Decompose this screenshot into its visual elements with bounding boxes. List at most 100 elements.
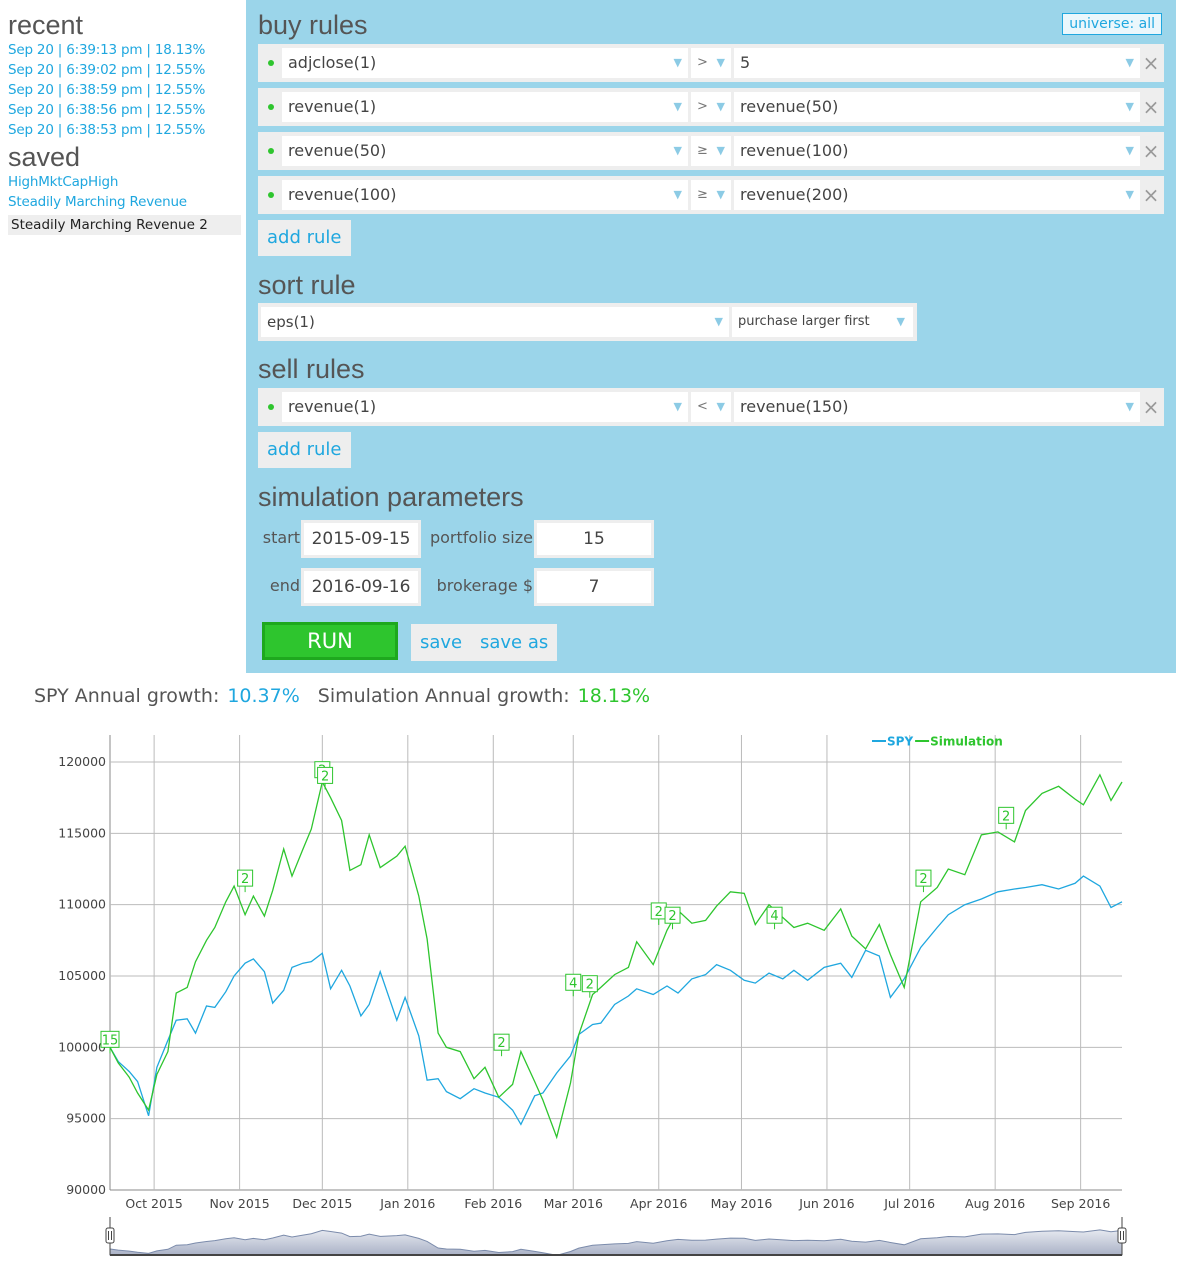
brokerage-input[interactable]: 7 bbox=[534, 568, 654, 606]
start-label: start bbox=[262, 528, 300, 547]
buy-rule-row: revenue(1) ▼ > ▼ revenue(50) ▼ × bbox=[258, 88, 1164, 126]
run-button[interactable]: RUN bbox=[262, 622, 398, 660]
series-line-simulation bbox=[109, 773, 1123, 1140]
rule-left-value: revenue(1) bbox=[288, 97, 377, 116]
rule-operator-select[interactable]: > ▼ bbox=[691, 92, 731, 122]
x-tick-label: Sep 2016 bbox=[1051, 1196, 1110, 1211]
rule-right-value: 5 bbox=[740, 53, 751, 72]
dropdown-arrow-icon: ▼ bbox=[1125, 188, 1134, 201]
x-tick-label: Apr 2016 bbox=[630, 1196, 687, 1211]
trade-marker: 2 bbox=[915, 869, 932, 893]
sidebar: recent Sep 20 | 6:39:13 pm | 18.13% Sep … bbox=[0, 0, 245, 235]
rule-left-select[interactable]: adjclose(1) ▼ bbox=[282, 48, 688, 78]
sort-order-select[interactable]: purchase larger first ▼ bbox=[732, 307, 913, 337]
trade-marker: 2 bbox=[317, 766, 334, 790]
end-date-input[interactable]: 2016-09-16 bbox=[301, 568, 421, 606]
y-axis-ticks: 90000 95000 100000 105000 110000 115000 120000 bbox=[58, 754, 106, 1197]
sort-field-select[interactable]: eps(1) ▼ bbox=[261, 307, 729, 337]
y-tick-label: 110000 bbox=[58, 897, 106, 912]
buy-rule-row: revenue(50) ▼ ≥ ▼ revenue(100) ▼ × bbox=[258, 132, 1164, 170]
rule-operator-select[interactable]: ≥ ▼ bbox=[691, 136, 731, 166]
recent-run-link[interactable]: Sep 20 | 6:38:59 pm | 12.55% bbox=[8, 80, 245, 100]
buy-rule-row: adjclose(1) ▼ > ▼ 5 ▼ × bbox=[258, 44, 1164, 82]
dropdown-arrow-icon: ▼ bbox=[716, 56, 725, 69]
add-sell-rule-button[interactable]: add rule bbox=[258, 432, 351, 468]
chart-grid bbox=[109, 735, 1122, 1191]
series-line-spy bbox=[109, 875, 1123, 1126]
rule-operator-select[interactable]: < ▼ bbox=[691, 392, 731, 422]
remove-rule-icon[interactable]: × bbox=[1142, 48, 1160, 78]
trade-marker-label: 2 bbox=[321, 769, 329, 784]
navigator-right-handle[interactable] bbox=[1117, 1227, 1127, 1244]
saved-strategy-selected[interactable]: Steadily Marching Revenue 2 bbox=[8, 215, 241, 235]
trade-marker: 2 bbox=[581, 975, 598, 998]
buy-rules-heading: buy rules bbox=[258, 10, 368, 40]
sort-rule-row: eps(1) ▼ purchase larger first ▼ bbox=[258, 303, 917, 341]
dropdown-arrow-icon: ▼ bbox=[716, 188, 725, 201]
rule-left-select[interactable]: revenue(100) ▼ bbox=[282, 180, 688, 210]
spy-growth-label: SPY Annual growth: bbox=[34, 685, 220, 707]
recent-list: Sep 20 | 6:39:13 pm | 18.13% Sep 20 | 6:… bbox=[0, 40, 245, 140]
save-button[interactable]: save bbox=[411, 624, 472, 661]
recent-run-link[interactable]: Sep 20 | 6:39:02 pm | 12.55% bbox=[8, 60, 245, 80]
saved-strategy-link[interactable]: Steadily Marching Revenue bbox=[8, 192, 245, 212]
saved-strategy-link[interactable]: HighMktCapHigh bbox=[8, 172, 245, 192]
trade-marker-label: 2 bbox=[586, 978, 594, 993]
x-tick-label: May 2016 bbox=[711, 1196, 773, 1211]
y-tick-label: 105000 bbox=[58, 968, 106, 983]
rule-left-select[interactable]: revenue(50) ▼ bbox=[282, 136, 688, 166]
start-date-input[interactable]: 2015-09-15 bbox=[301, 520, 421, 558]
recent-run-link[interactable]: Sep 20 | 6:38:56 pm | 12.55% bbox=[8, 100, 245, 120]
recent-run-link[interactable]: Sep 20 | 6:39:13 pm | 18.13% bbox=[8, 40, 245, 60]
rule-operator-value: ≥ bbox=[697, 143, 708, 158]
dropdown-arrow-icon: ▼ bbox=[714, 315, 723, 328]
x-tick-label: Mar 2016 bbox=[544, 1196, 603, 1211]
save-as-button[interactable]: save as bbox=[471, 624, 558, 661]
spy-growth-value: 10.37% bbox=[227, 685, 300, 707]
rule-bullet-icon bbox=[268, 60, 274, 66]
saved-heading: saved bbox=[8, 142, 81, 172]
buy-rule-row: revenue(100) ▼ ≥ ▼ revenue(200) ▼ × bbox=[258, 176, 1164, 214]
y-tick-label: 115000 bbox=[58, 825, 106, 840]
legend-label: Simulation bbox=[930, 735, 1003, 749]
rule-right-select[interactable]: revenue(50) ▼ bbox=[734, 92, 1140, 122]
rule-operator-value: > bbox=[697, 99, 708, 114]
rule-left-select[interactable]: revenue(1) ▼ bbox=[282, 92, 688, 122]
x-tick-label: Jan 2016 bbox=[379, 1196, 435, 1211]
dropdown-arrow-icon: ▼ bbox=[1125, 56, 1134, 69]
add-buy-rule-button[interactable]: add rule bbox=[258, 220, 351, 256]
remove-rule-icon[interactable]: × bbox=[1142, 392, 1160, 422]
x-tick-label: Feb 2016 bbox=[464, 1196, 522, 1211]
recent-run-link[interactable]: Sep 20 | 6:38:53 pm | 12.55% bbox=[8, 120, 245, 140]
trade-marker-label: 2 bbox=[919, 872, 927, 887]
remove-rule-icon[interactable]: × bbox=[1142, 180, 1160, 210]
rule-right-select[interactable]: revenue(100) ▼ bbox=[734, 136, 1140, 166]
rule-operator-select[interactable]: ≥ ▼ bbox=[691, 180, 731, 210]
rule-right-select[interactable]: revenue(200) ▼ bbox=[734, 180, 1140, 210]
sort-field-value: eps(1) bbox=[267, 313, 315, 331]
rule-right-select[interactable]: 5 ▼ bbox=[734, 48, 1140, 78]
chart-series bbox=[109, 773, 1123, 1140]
performance-chart: 90000 95000 100000 105000 110000 115000 120000… bbox=[58, 735, 1127, 1256]
rule-bullet-icon bbox=[268, 104, 274, 110]
x-tick-label: Jul 2016 bbox=[883, 1196, 935, 1211]
sell-rule-row: revenue(1) ▼ < ▼ revenue(150) ▼ × bbox=[258, 388, 1164, 426]
rule-right-select[interactable]: revenue(150) ▼ bbox=[734, 392, 1140, 422]
dropdown-arrow-icon: ▼ bbox=[1125, 100, 1134, 113]
strategy-panel: buy rules universe: all adjclose(1) ▼ > ▼ … bbox=[246, 0, 1176, 673]
remove-rule-icon[interactable]: × bbox=[1142, 136, 1160, 166]
trade-marker-label: 2 bbox=[655, 905, 663, 920]
trade-marker-label: 4 bbox=[770, 909, 778, 924]
universe-button[interactable]: universe: all bbox=[1062, 13, 1162, 35]
y-tick-label: 90000 bbox=[66, 1182, 106, 1197]
rule-operator-select[interactable]: > ▼ bbox=[691, 48, 731, 78]
range-navigator[interactable] bbox=[105, 1217, 1127, 1256]
remove-rule-icon[interactable]: × bbox=[1142, 92, 1160, 122]
x-tick-label: Oct 2015 bbox=[125, 1196, 182, 1211]
x-tick-label: Aug 2016 bbox=[965, 1196, 1025, 1211]
navigator-left-handle[interactable] bbox=[105, 1227, 115, 1244]
portfolio-size-input[interactable]: 15 bbox=[534, 520, 654, 558]
rule-operator-value: > bbox=[697, 55, 708, 70]
rule-left-select[interactable]: revenue(1) ▼ bbox=[282, 392, 688, 422]
end-label: end bbox=[269, 576, 300, 595]
